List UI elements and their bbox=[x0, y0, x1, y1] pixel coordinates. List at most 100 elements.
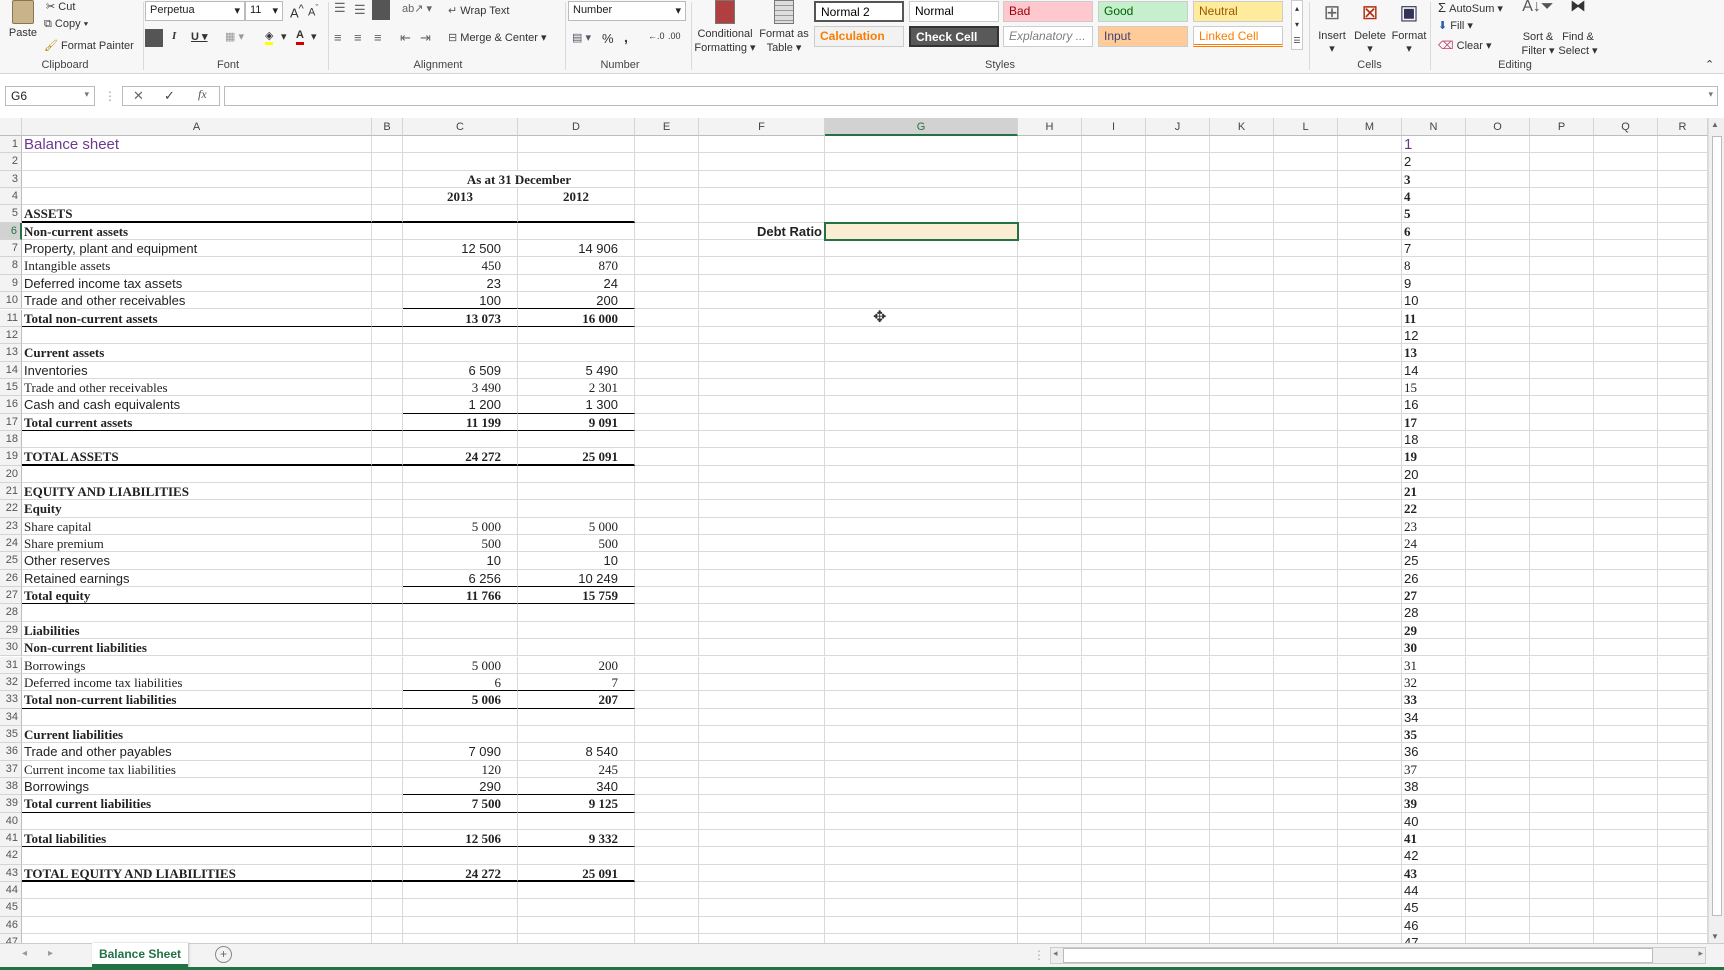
cell-l26[interactable] bbox=[1274, 569, 1338, 588]
cell-r24[interactable] bbox=[1658, 535, 1708, 553]
delete-button[interactable]: ⊠ Delete ▾ bbox=[1351, 0, 1389, 55]
cell-j13[interactable] bbox=[1146, 344, 1210, 362]
row-header[interactable]: 11 bbox=[0, 309, 22, 327]
cell-a34[interactable] bbox=[22, 708, 372, 726]
cell-q28[interactable] bbox=[1594, 604, 1658, 622]
cell-c17[interactable]: 11 199 bbox=[403, 413, 518, 431]
cell-r44[interactable] bbox=[1658, 882, 1708, 900]
cell-k16[interactable] bbox=[1210, 396, 1274, 414]
cell-n32[interactable]: 32 bbox=[1402, 673, 1466, 692]
cell-a47[interactable] bbox=[22, 934, 372, 943]
cell-q9[interactable] bbox=[1594, 274, 1658, 293]
cell-e12[interactable] bbox=[635, 326, 699, 345]
cell-r9[interactable] bbox=[1658, 274, 1708, 293]
cell-k4[interactable] bbox=[1210, 188, 1274, 206]
next-sheet-icon[interactable]: ▸ bbox=[48, 948, 53, 959]
cell-h4[interactable] bbox=[1018, 188, 1082, 206]
cell-q3[interactable] bbox=[1594, 170, 1658, 189]
cell-f12[interactable] bbox=[699, 326, 825, 345]
cell-l35[interactable] bbox=[1274, 725, 1338, 744]
cell-c33[interactable]: 5 006 bbox=[403, 691, 518, 709]
cell-l3[interactable] bbox=[1274, 170, 1338, 189]
borders-button[interactable]: ▦ ▾ bbox=[225, 30, 244, 43]
cell-n31[interactable]: 31 bbox=[1402, 656, 1466, 674]
cell-b24[interactable] bbox=[372, 535, 403, 553]
cell-a22[interactable]: Equity bbox=[22, 500, 372, 518]
cell-p42[interactable] bbox=[1530, 847, 1594, 865]
cell-o24[interactable] bbox=[1466, 535, 1530, 553]
cell-a18[interactable] bbox=[22, 430, 372, 449]
cell-b27[interactable] bbox=[372, 587, 403, 605]
cell-m38[interactable] bbox=[1338, 777, 1402, 796]
cell-g34[interactable] bbox=[825, 708, 1018, 726]
cell-d15[interactable]: 2 301 bbox=[518, 378, 635, 397]
cell-r4[interactable] bbox=[1658, 188, 1708, 206]
cell-r18[interactable] bbox=[1658, 430, 1708, 449]
cell-b37[interactable] bbox=[372, 760, 403, 778]
select-all-button[interactable] bbox=[0, 118, 22, 136]
cell-o15[interactable] bbox=[1466, 378, 1530, 397]
cell-o35[interactable] bbox=[1466, 725, 1530, 744]
cell-d41[interactable]: 9 332 bbox=[518, 830, 635, 848]
cell-e24[interactable] bbox=[635, 535, 699, 553]
row-header[interactable]: 43 bbox=[0, 864, 22, 883]
cell-k39[interactable] bbox=[1210, 795, 1274, 813]
cell-n15[interactable]: 15 bbox=[1402, 378, 1466, 397]
cell-k23[interactable] bbox=[1210, 517, 1274, 536]
cell-n38[interactable]: 38 bbox=[1402, 777, 1466, 796]
cell-b44[interactable] bbox=[372, 882, 403, 900]
cell-g40[interactable] bbox=[825, 812, 1018, 830]
cell-h34[interactable] bbox=[1018, 708, 1082, 726]
cell-h30[interactable] bbox=[1018, 639, 1082, 657]
cell-b45[interactable] bbox=[372, 899, 403, 917]
cell-q4[interactable] bbox=[1594, 188, 1658, 206]
cell-p36[interactable] bbox=[1530, 743, 1594, 761]
cell-e32[interactable] bbox=[635, 673, 699, 692]
cell-m14[interactable] bbox=[1338, 361, 1402, 379]
cell-f5[interactable] bbox=[699, 205, 825, 223]
cell-h29[interactable] bbox=[1018, 621, 1082, 640]
cell-j12[interactable] bbox=[1146, 326, 1210, 345]
cell-f30[interactable] bbox=[699, 639, 825, 657]
cell-i32[interactable] bbox=[1082, 673, 1146, 692]
cell-a2[interactable] bbox=[22, 153, 372, 171]
cell-d25[interactable]: 10 bbox=[518, 552, 635, 570]
cell-d7[interactable]: 14 906 bbox=[518, 240, 635, 258]
cell-style-neutral[interactable]: Neutral bbox=[1193, 1, 1283, 22]
cell-a26[interactable]: Retained earnings bbox=[22, 569, 372, 588]
cell-b46[interactable] bbox=[372, 916, 403, 935]
cell-l23[interactable] bbox=[1274, 517, 1338, 536]
cell-o28[interactable] bbox=[1466, 604, 1530, 622]
cell-m33[interactable] bbox=[1338, 691, 1402, 709]
cell-p7[interactable] bbox=[1530, 240, 1594, 258]
cut-button[interactable]: ✂ Cut bbox=[46, 0, 75, 13]
cell-e13[interactable] bbox=[635, 344, 699, 362]
cell-p31[interactable] bbox=[1530, 656, 1594, 674]
cell-l40[interactable] bbox=[1274, 812, 1338, 830]
cell-b36[interactable] bbox=[372, 743, 403, 761]
cell-h20[interactable] bbox=[1018, 465, 1082, 483]
cell-g8[interactable] bbox=[825, 257, 1018, 275]
cell-j45[interactable] bbox=[1146, 899, 1210, 917]
cell-r47[interactable] bbox=[1658, 934, 1708, 943]
cell-m9[interactable] bbox=[1338, 274, 1402, 293]
cell-h3[interactable] bbox=[1018, 170, 1082, 189]
cell-c2[interactable] bbox=[403, 153, 518, 171]
cell-l15[interactable] bbox=[1274, 378, 1338, 397]
cell-j7[interactable] bbox=[1146, 240, 1210, 258]
cell-o32[interactable] bbox=[1466, 673, 1530, 692]
cell-q24[interactable] bbox=[1594, 535, 1658, 553]
cell-c13[interactable] bbox=[403, 344, 518, 362]
cell-e37[interactable] bbox=[635, 760, 699, 778]
cell-i18[interactable] bbox=[1082, 430, 1146, 449]
cell-k38[interactable] bbox=[1210, 777, 1274, 796]
row-header[interactable]: 9 bbox=[0, 274, 22, 293]
cell-b7[interactable] bbox=[372, 240, 403, 258]
cell-k24[interactable] bbox=[1210, 535, 1274, 553]
cell-n7[interactable]: 7 bbox=[1402, 240, 1466, 258]
cell-r39[interactable] bbox=[1658, 795, 1708, 813]
cell-f6[interactable]: Debt Ratio bbox=[699, 222, 825, 241]
bold-button[interactable]: B bbox=[145, 29, 163, 47]
cell-c44[interactable] bbox=[403, 882, 518, 900]
cell-k44[interactable] bbox=[1210, 882, 1274, 900]
